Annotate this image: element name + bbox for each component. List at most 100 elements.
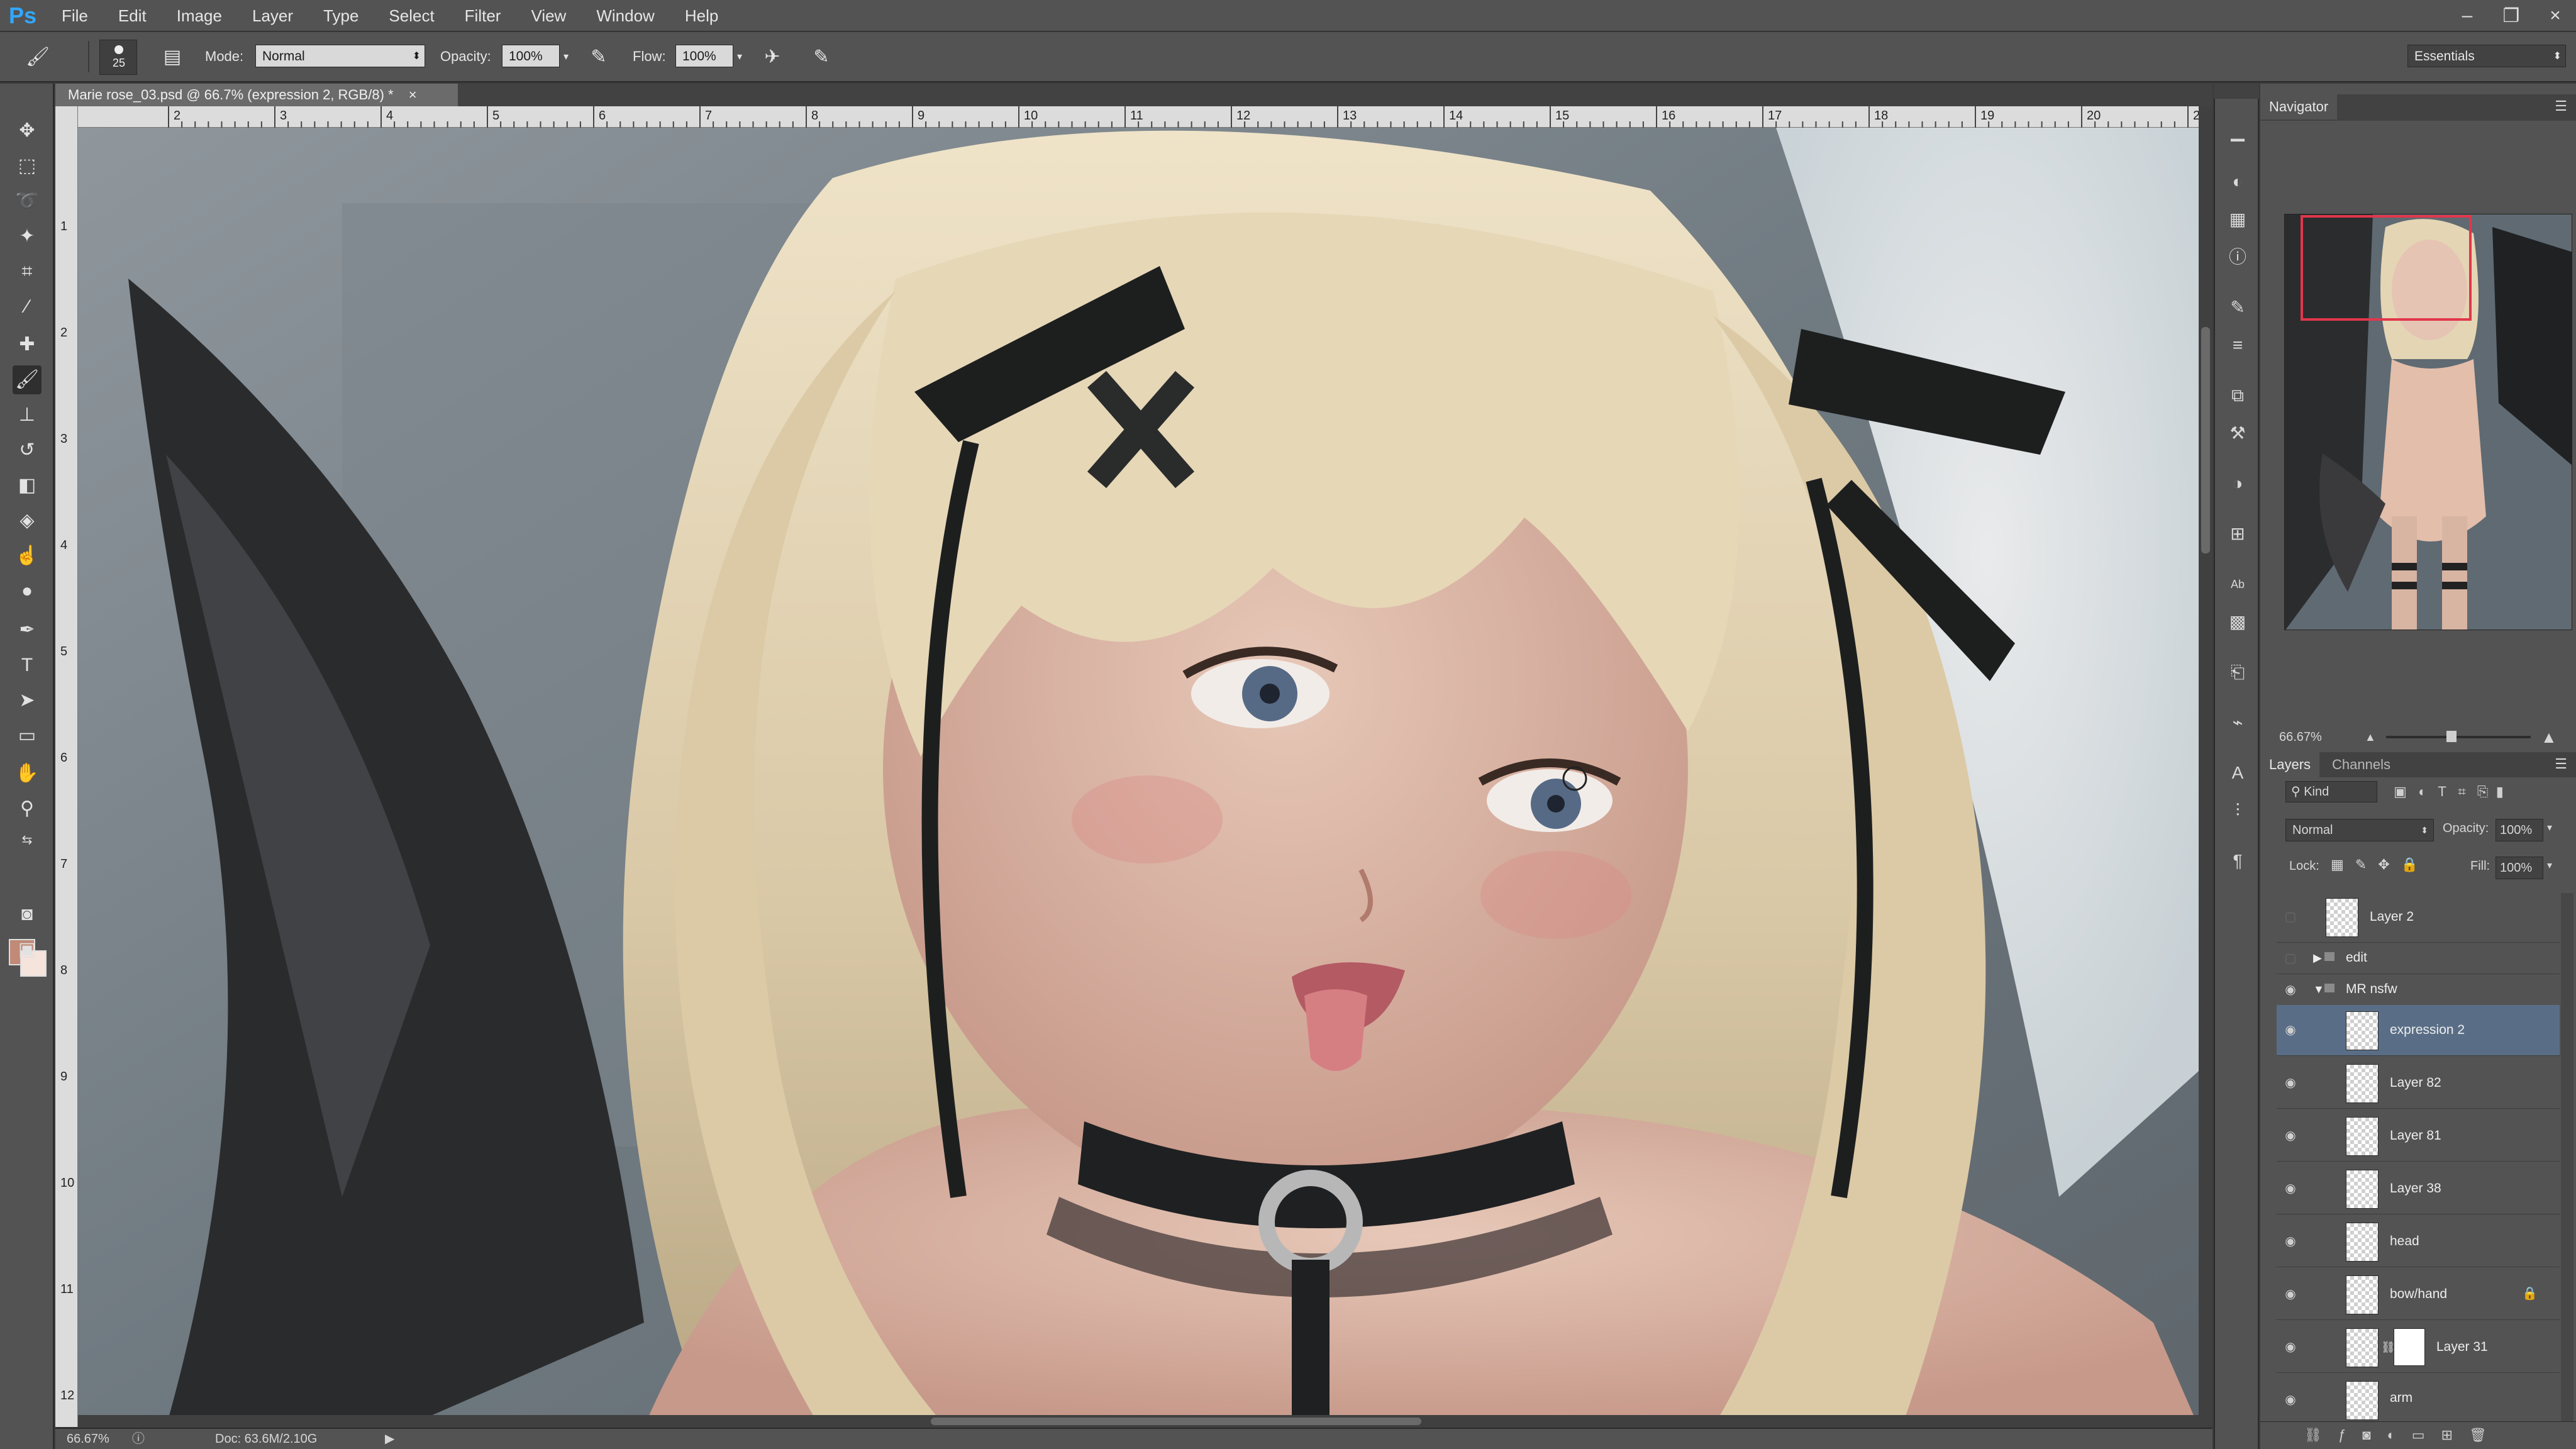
menu-help[interactable]: Help bbox=[670, 0, 733, 31]
layer-opacity-field[interactable]: 100% bbox=[2496, 819, 2543, 841]
panel-menu-icon[interactable]: ☰ bbox=[2555, 98, 2567, 114]
fill-field[interactable]: 100% bbox=[2496, 857, 2543, 879]
eye-icon[interactable]: ◉ bbox=[2283, 1287, 2298, 1302]
menu-view[interactable]: View bbox=[516, 0, 581, 31]
menu-edit[interactable]: Edit bbox=[103, 0, 162, 31]
character-icon[interactable]: A bbox=[2224, 759, 2251, 787]
lock-all-icon[interactable]: 🔒 bbox=[2401, 857, 2429, 872]
quick-mask-icon[interactable]: ◙ bbox=[13, 900, 42, 929]
filter-smart-object-icon[interactable]: ⎘ bbox=[2477, 784, 2489, 799]
status-info-icon[interactable]: ⓘ bbox=[132, 1429, 145, 1449]
flow-field[interactable]: 100% bbox=[675, 45, 733, 67]
rectangle-tool-icon[interactable]: ▭ bbox=[13, 721, 42, 750]
brush-panel-icon[interactable]: ▤ bbox=[160, 45, 185, 70]
layer-row[interactable]: ◉ arm bbox=[2277, 1375, 2560, 1422]
layer-style-icon[interactable]: ƒ bbox=[2338, 1427, 2362, 1443]
layer-row[interactable]: ◉ Layer 82 bbox=[2277, 1058, 2560, 1109]
brush-size-picker[interactable]: 25 bbox=[99, 40, 137, 75]
pressure-opacity-icon[interactable]: ✎ bbox=[586, 45, 611, 70]
pen-tool-icon[interactable]: ✒ bbox=[13, 616, 42, 645]
adjustment-layer-icon[interactable]: ◐ bbox=[2387, 1427, 2411, 1443]
vertical-scrollbar[interactable] bbox=[2199, 106, 2212, 1427]
layer-mask-thumbnail[interactable] bbox=[2394, 1328, 2425, 1366]
link-layers-icon[interactable]: ⛓ bbox=[2304, 1427, 2338, 1443]
lock-position-icon[interactable]: ✥ bbox=[2378, 857, 2401, 872]
tab-layers[interactable]: Layers bbox=[2260, 752, 2320, 777]
eye-icon[interactable]: ◉ bbox=[2283, 1234, 2298, 1249]
type-tool-icon[interactable]: T bbox=[13, 651, 42, 680]
horizontal-scrollbar-thumb[interactable] bbox=[931, 1418, 1421, 1425]
marquee-tool-icon[interactable]: ⬚ bbox=[13, 152, 42, 180]
navigator-view-box[interactable] bbox=[2301, 215, 2472, 321]
workspace-select[interactable]: Essentials ⬍ bbox=[2407, 45, 2566, 67]
lasso-tool-icon[interactable]: ➰ bbox=[13, 187, 42, 216]
layer-row[interactable]: ◉ head bbox=[2277, 1216, 2560, 1267]
brushes-icon[interactable]: ✎ bbox=[2224, 294, 2251, 321]
layer-row[interactable]: ◉ bow/hand 🔒 bbox=[2277, 1269, 2560, 1320]
layer-row[interactable]: ◉ Layer 81 bbox=[2277, 1111, 2560, 1162]
new-layer-icon[interactable]: ⊞ bbox=[2441, 1427, 2469, 1443]
close-window-icon[interactable]: × bbox=[2546, 5, 2565, 26]
history-brush-tool-icon[interactable]: ↺ bbox=[13, 436, 42, 465]
color-icon[interactable]: ◐ bbox=[2224, 168, 2251, 196]
eye-icon[interactable]: ◉ bbox=[2283, 1392, 2298, 1407]
menu-type[interactable]: Type bbox=[308, 0, 374, 31]
hand-tool-icon[interactable]: ✋ bbox=[13, 759, 42, 788]
document-tab[interactable]: Marie rose_03.psd @ 66.7% (expression 2,… bbox=[55, 84, 458, 106]
layer-row[interactable]: ▢ Layer 2 bbox=[2277, 892, 2560, 943]
close-tab-icon[interactable]: × bbox=[409, 87, 417, 103]
layer-row[interactable]: ◉ ⛓ Layer 31 bbox=[2277, 1322, 2560, 1373]
crop-tool-icon[interactable]: ⌗ bbox=[13, 257, 42, 286]
filter-type-icon[interactable]: T bbox=[2438, 784, 2446, 799]
layer-filter-select[interactable]: ⚲ Kind bbox=[2285, 781, 2377, 802]
restore-icon[interactable]: ❐ bbox=[2502, 5, 2521, 27]
vertical-scrollbar-thumb[interactable] bbox=[2201, 327, 2210, 553]
menu-file[interactable]: File bbox=[47, 0, 103, 31]
layer-blend-mode-select[interactable]: Normal ⬍ bbox=[2285, 819, 2434, 841]
paragraph-icon[interactable]: ¶ bbox=[2224, 847, 2251, 875]
tool-presets-icon[interactable]: ⚒ bbox=[2224, 419, 2251, 447]
clone-source-icon[interactable]: ⧉ bbox=[2224, 382, 2251, 409]
path-selection-tool-icon[interactable]: ➤ bbox=[13, 686, 42, 715]
airbrush-icon[interactable]: ✈ bbox=[760, 45, 785, 70]
layers-scrollbar[interactable] bbox=[2561, 893, 2573, 1428]
mode-select[interactable]: Normal ⬍ bbox=[255, 45, 425, 67]
filter-adjustment-icon[interactable]: ◐ bbox=[2418, 784, 2426, 799]
new-group-icon[interactable]: ▭ bbox=[2412, 1427, 2441, 1443]
histogram-icon[interactable]: ▁ bbox=[2224, 118, 2251, 145]
visibility-off-icon[interactable]: ▢ bbox=[2283, 951, 2298, 966]
chevron-right-icon[interactable]: ▶ bbox=[2313, 942, 2322, 974]
eye-icon[interactable]: ◉ bbox=[2283, 1181, 2298, 1196]
healing-brush-tool-icon[interactable]: ✚ bbox=[13, 330, 42, 359]
info-icon[interactable]: ⓘ bbox=[2224, 243, 2251, 271]
fill-dropdown-icon[interactable]: ▾ bbox=[2547, 859, 2552, 872]
actions-icon[interactable]: Ab bbox=[2224, 570, 2251, 598]
adjustments-icon[interactable]: ◑ bbox=[2224, 470, 2251, 497]
filter-pixel-icon[interactable]: ▣ bbox=[2394, 784, 2407, 799]
delete-layer-icon[interactable]: 🗑 bbox=[2469, 1427, 2503, 1443]
swap-colors-icon[interactable]: ⇆ bbox=[13, 826, 42, 855]
layer-group-row[interactable]: ◉ ▼ MR nsfw bbox=[2277, 974, 2560, 1006]
smudge-tool-icon[interactable]: ☝ bbox=[13, 541, 42, 570]
opacity-dropdown-icon[interactable]: ▾ bbox=[2547, 821, 2552, 834]
layer-row[interactable]: ◉ Layer 38 bbox=[2277, 1163, 2560, 1214]
layer-group-row[interactable]: ▢ ▶ edit bbox=[2277, 942, 2560, 974]
screen-mode-icon[interactable]: ▣ bbox=[13, 935, 42, 964]
brush-tool-preset-icon[interactable]: 🖌 bbox=[25, 45, 50, 70]
zoom-in-icon[interactable]: ▲ bbox=[2541, 724, 2557, 750]
flow-dropdown-icon[interactable]: ▾ bbox=[732, 45, 747, 70]
paint-bucket-tool-icon[interactable]: ◈ bbox=[13, 506, 42, 535]
eye-icon[interactable]: ◉ bbox=[2283, 1075, 2298, 1091]
minimize-icon[interactable]: – bbox=[2458, 5, 2477, 26]
navigator-zoom-value[interactable]: 66.67% bbox=[2279, 724, 2322, 750]
filter-shape-icon[interactable]: ⌗ bbox=[2458, 784, 2465, 799]
opacity-field[interactable]: 100% bbox=[502, 45, 560, 67]
layer-row-selected[interactable]: ◉ expression 2 bbox=[2277, 1005, 2560, 1056]
tab-navigator[interactable]: Navigator bbox=[2260, 94, 2338, 119]
lock-pixels-icon[interactable]: ✎ bbox=[2355, 857, 2378, 872]
swatches-icon[interactable]: ▦ bbox=[2224, 206, 2251, 233]
add-mask-icon[interactable]: ◙ bbox=[2362, 1427, 2387, 1443]
menu-select[interactable]: Select bbox=[374, 0, 449, 31]
move-tool-icon[interactable]: ✥ bbox=[13, 116, 42, 145]
properties-icon[interactable]: ⊞ bbox=[2224, 520, 2251, 548]
